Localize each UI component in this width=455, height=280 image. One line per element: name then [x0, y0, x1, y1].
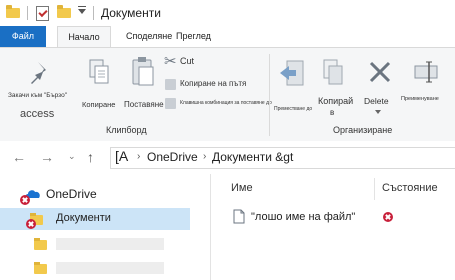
copy-path-icon: [165, 79, 176, 90]
nav-documents-label: Документи: [56, 212, 111, 224]
copy-to-label: Копирай: [318, 96, 354, 106]
placeholder-bar: [56, 262, 164, 274]
delete-icon: [369, 61, 391, 83]
forward-arrow-icon[interactable]: →: [40, 149, 54, 165]
divider: [27, 6, 28, 20]
customize-toolbar-icon[interactable]: [78, 6, 86, 14]
address-bar[interactable]: [A › OneDrive › Документи &gt: [110, 147, 455, 169]
recent-locations-icon[interactable]: ⌄: [68, 151, 76, 162]
copy-path-button[interactable]: Копиране на пътя: [162, 78, 272, 92]
scissors-icon: ✂: [164, 53, 177, 70]
column-header-name[interactable]: Име: [231, 182, 253, 194]
move-to-icon: [280, 60, 304, 86]
window-title: Документи: [101, 6, 161, 20]
chevron-right-icon[interactable]: ›: [137, 151, 140, 162]
pin-icon: [31, 62, 46, 84]
nav-onedrive-label: OneDrive: [46, 187, 97, 201]
move-to-label: Преместване до: [274, 106, 313, 112]
address-row: ← → ⌄ ↑ [A › OneDrive › Документи &gt: [0, 141, 455, 173]
paste-shortcut-button[interactable]: Клавишна комбинация за поставяне до: [162, 97, 274, 111]
placeholder-bar: [56, 238, 164, 250]
clipboard-group-label: Клипборд: [106, 125, 147, 135]
folder-icon[interactable]: [6, 5, 20, 18]
cut-label: Cut: [180, 56, 195, 66]
ribbon: Закачи към "Бързо" access Копиране Поста…: [0, 47, 455, 142]
sync-error-icon: [26, 219, 36, 229]
back-arrow-icon[interactable]: ←: [12, 149, 26, 165]
chevron-down-icon: [375, 110, 381, 114]
delete-label: Delete: [364, 96, 389, 106]
rename-label: Преименуване: [401, 96, 439, 102]
tab-view[interactable]: Преглед: [176, 26, 211, 47]
up-arrow-icon[interactable]: ↑: [87, 149, 94, 165]
nav-item-documents[interactable]: Документи: [0, 208, 190, 230]
nav-item-onedrive[interactable]: OneDrive: [0, 184, 210, 205]
pin-to-quick-access-button[interactable]: Закачи към "Бързо" access: [6, 54, 68, 122]
properties-icon[interactable]: [36, 6, 49, 21]
divider: [93, 6, 94, 20]
cut-button[interactable]: ✂ Cut: [162, 53, 242, 70]
paste-shortcut-label: Клавишна комбинация за поставяне до: [180, 100, 272, 106]
paste-label: Поставяне: [124, 100, 164, 109]
nav-item-placeholder[interactable]: [0, 258, 210, 278]
move-to-button[interactable]: Преместване до: [272, 54, 312, 118]
paste-shortcut-icon: [165, 98, 176, 109]
pin-sub-label: access: [20, 108, 55, 120]
folder-icon: [34, 238, 47, 250]
column-divider[interactable]: [374, 178, 375, 200]
rename-button[interactable]: Преименуване: [401, 54, 451, 118]
address-root: [A: [115, 148, 129, 164]
tab-home[interactable]: Начало: [57, 26, 111, 48]
divider: [269, 54, 270, 136]
copy-to-button[interactable]: Копирай в: [314, 54, 354, 118]
file-list: Име Състояние "лошо име на файл": [211, 174, 455, 280]
file-icon: [233, 209, 245, 224]
navigation-pane: OneDrive Документи: [0, 174, 210, 280]
ribbon-tabs: Файл Начало Споделяне Преглед: [0, 26, 455, 48]
sync-error-icon: [20, 195, 30, 205]
copy-label: Копиране: [82, 100, 116, 109]
breadcrumb-onedrive[interactable]: OneDrive: [147, 150, 198, 164]
sync-error-icon: [383, 212, 393, 222]
column-header-status[interactable]: Състояние: [382, 182, 438, 194]
paste-button[interactable]: Поставяне: [120, 54, 168, 114]
paste-icon: [132, 57, 154, 86]
copy-to-sub-label: в: [330, 108, 335, 117]
pin-label: Закачи към "Бързо": [8, 92, 68, 99]
copy-path-label: Копиране на пътя: [180, 79, 247, 88]
copy-to-icon: [323, 59, 343, 85]
new-folder-icon[interactable]: [57, 5, 71, 18]
folder-icon: [34, 262, 47, 274]
delete-button[interactable]: Delete: [362, 54, 398, 118]
copy-icon: [89, 59, 109, 84]
file-name: "лошо име на файл": [251, 211, 356, 223]
nav-item-placeholder[interactable]: [0, 234, 210, 254]
copy-button[interactable]: Копиране: [78, 54, 118, 114]
title-bar: Документи: [0, 0, 455, 26]
breadcrumb-documents[interactable]: Документи &gt: [212, 150, 293, 164]
organize-group-label: Организиране: [333, 125, 393, 135]
tab-share[interactable]: Споделяне: [126, 26, 172, 47]
tab-file[interactable]: Файл: [0, 26, 46, 47]
rename-icon: [414, 61, 438, 83]
chevron-right-icon[interactable]: ›: [203, 151, 206, 162]
file-row[interactable]: "лошо име на файл": [227, 208, 452, 228]
